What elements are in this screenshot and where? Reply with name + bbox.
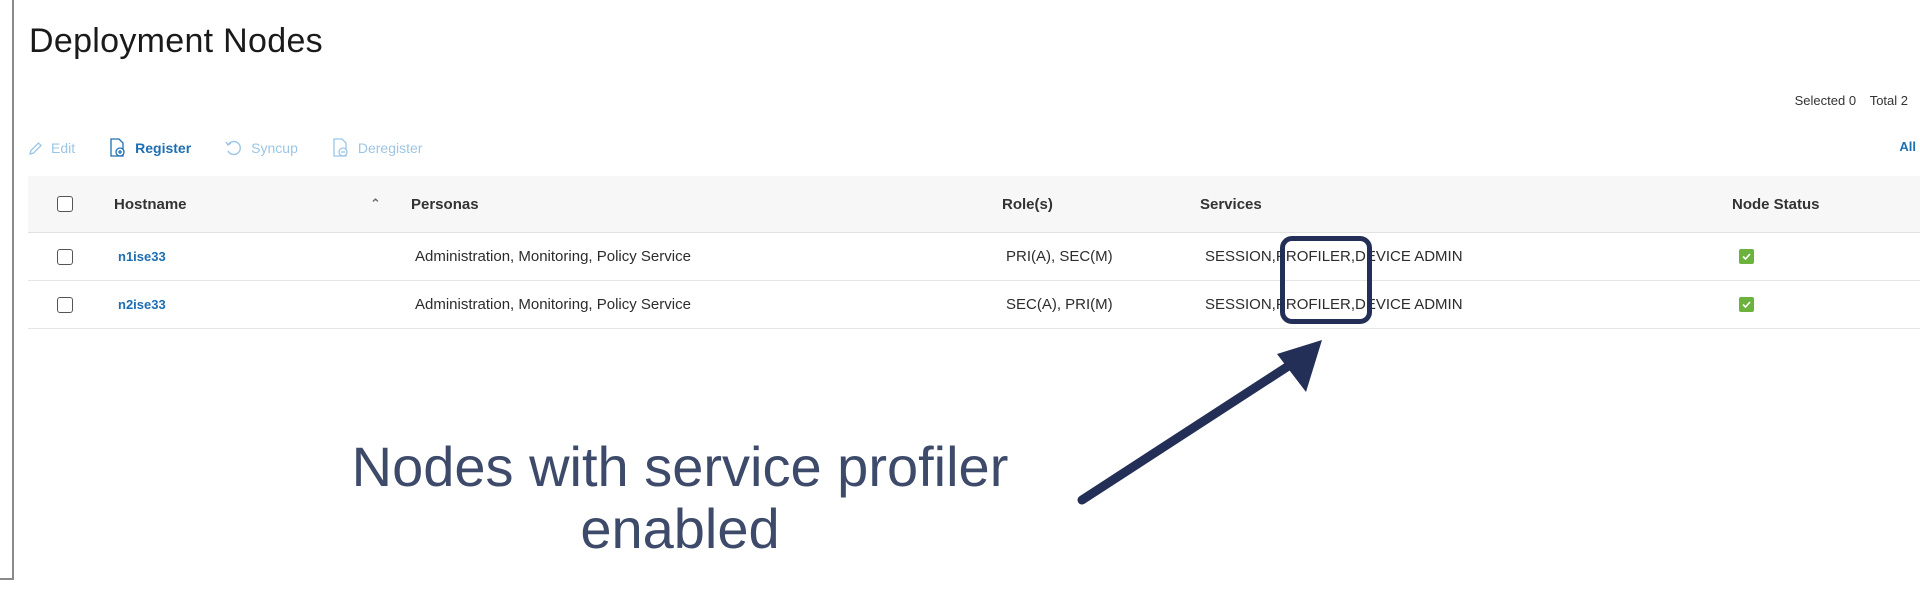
all-filter-link[interactable]: All — [1899, 139, 1916, 154]
column-header-services[interactable]: Services — [1200, 176, 1262, 232]
deregister-button[interactable]: Deregister — [332, 138, 423, 158]
annotation-caption: Nodes with service profiler enabled — [270, 436, 1090, 560]
profiler-highlight-box — [1280, 236, 1372, 324]
table-header: Hostname ⌃ Personas Role(s) Services Nod… — [28, 176, 1920, 233]
total-count: Total 2 — [1869, 93, 1908, 108]
edit-label: Edit — [51, 140, 76, 156]
row-checkbox[interactable] — [57, 296, 73, 313]
toolbar: Edit Register Syncup Deregister — [28, 137, 456, 159]
pencil-icon — [29, 141, 42, 155]
register-button[interactable]: Register — [109, 138, 191, 158]
annotation-line-1: Nodes with service profiler — [351, 435, 1009, 498]
deregister-icon — [333, 138, 348, 157]
table-row: n2ise33 Administration, Monitoring, Poli… — [28, 281, 1920, 329]
personas-cell: Administration, Monitoring, Policy Servi… — [415, 296, 691, 313]
roles-cell: PRI(A), SEC(M) — [1006, 248, 1113, 265]
deployment-nodes-table: Hostname ⌃ Personas Role(s) Services Nod… — [28, 176, 1920, 329]
annotation-line-2: enabled — [580, 497, 780, 560]
column-header-node-status[interactable]: Node Status — [1732, 176, 1820, 232]
page-title: Deployment Nodes — [29, 22, 323, 60]
select-all-checkbox[interactable] — [57, 196, 73, 212]
register-label: Register — [135, 140, 192, 156]
selection-summary: Selected 0 Total 2 — [1785, 93, 1908, 108]
table-row: n1ise33 Administration, Monitoring, Poli… — [28, 233, 1920, 281]
row-checkbox[interactable] — [57, 248, 73, 265]
hostname-link[interactable]: n1ise33 — [118, 249, 166, 264]
column-header-personas[interactable]: Personas — [411, 176, 479, 232]
left-border — [0, 0, 14, 580]
deregister-label: Deregister — [357, 140, 423, 156]
sort-ascending-icon[interactable]: ⌃ — [370, 176, 381, 232]
annotation-arrow — [1077, 340, 1322, 505]
syncup-button[interactable]: Syncup — [225, 139, 298, 157]
register-icon — [110, 138, 125, 157]
selected-count: Selected 0 — [1794, 93, 1857, 108]
roles-cell: SEC(A), PRI(M) — [1006, 296, 1113, 313]
checkmark-icon — [1739, 249, 1754, 264]
column-header-roles[interactable]: Role(s) — [1002, 176, 1053, 232]
hostname-link[interactable]: n2ise33 — [118, 297, 166, 312]
checkmark-icon — [1739, 297, 1754, 312]
syncup-label: Syncup — [251, 140, 298, 156]
edit-button[interactable]: Edit — [28, 140, 75, 156]
sync-icon — [225, 140, 242, 156]
column-header-hostname[interactable]: Hostname — [114, 176, 187, 232]
personas-cell: Administration, Monitoring, Policy Servi… — [415, 248, 691, 265]
